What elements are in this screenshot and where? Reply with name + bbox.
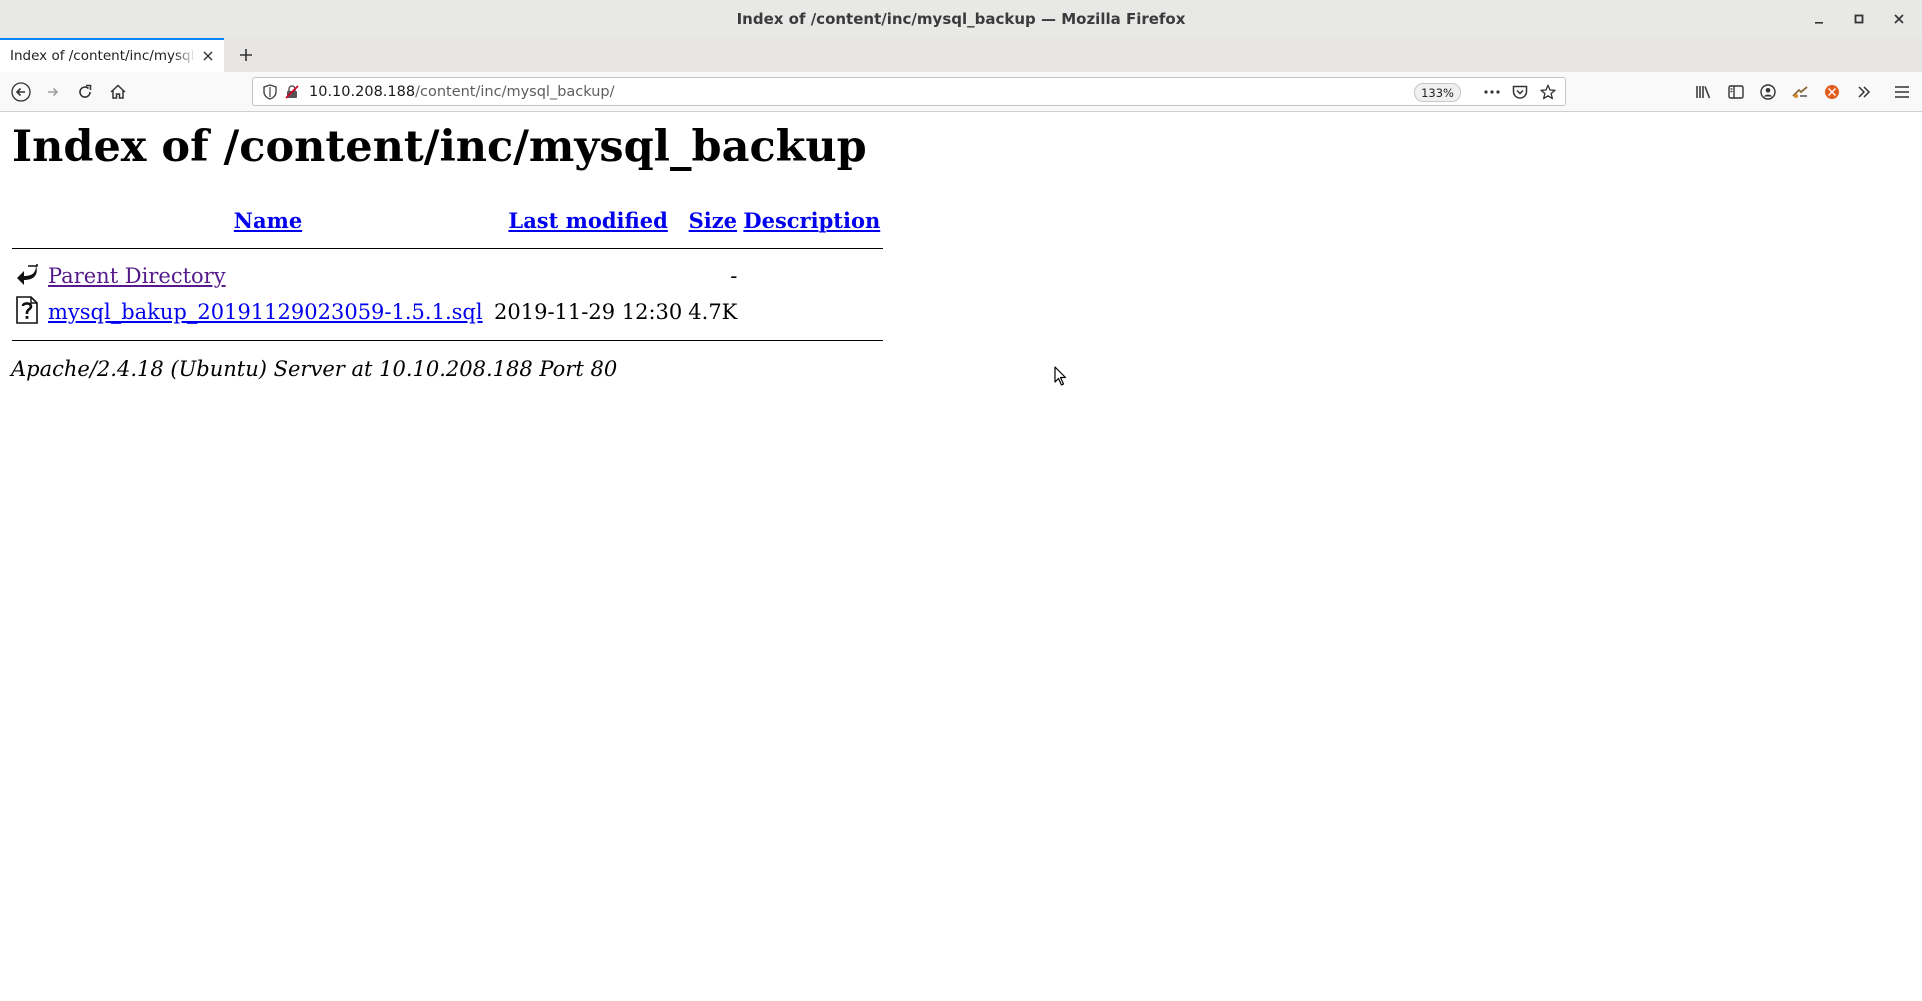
row-size-cell: 4.7K	[688, 300, 738, 324]
plus-icon	[240, 49, 252, 61]
extension-orange-icon	[1825, 85, 1839, 99]
tab-label: Index of /content/inc/mysql_backup	[10, 48, 196, 64]
table-header-row: Name Last modified Size Description	[12, 202, 883, 238]
new-tab-button[interactable]	[232, 38, 260, 72]
account-icon	[1760, 84, 1776, 100]
row-description-cell	[740, 294, 883, 330]
close-window-button[interactable]	[1890, 10, 1908, 28]
reload-button[interactable]	[70, 77, 100, 107]
navigation-toolbar: 10.10.208.188/content/inc/mysql_backup/ …	[0, 72, 1922, 112]
directory-listing-table: Name Last modified Size Description Pare…	[12, 202, 884, 350]
close-icon	[203, 51, 213, 61]
star-icon	[1540, 84, 1556, 100]
main-menu-button[interactable]	[1888, 77, 1916, 107]
divider	[12, 247, 884, 249]
row-name-cell: mysql_bakup_20191129023059-1.5.1.sql	[45, 294, 491, 330]
library-icon	[1696, 86, 1711, 99]
server-signature: Apache/2.4.18 (Ubuntu) Server at 10.10.2…	[11, 357, 618, 381]
sql-backup-file-link[interactable]: mysql_bakup_20191129023059-1.5.1.sql	[48, 300, 483, 324]
header-icon-cell	[12, 202, 45, 238]
pocket-icon	[1512, 85, 1528, 99]
column-header-last-modified: Last modified	[491, 202, 685, 238]
close-icon	[1894, 14, 1904, 24]
sort-by-description-link[interactable]: Description	[743, 208, 880, 233]
hamburger-menu-icon	[1895, 86, 1909, 98]
bookmark-star-button[interactable]	[1537, 80, 1559, 104]
url-host: 10.10.208.188	[309, 83, 416, 100]
page-actions-button[interactable]	[1481, 80, 1503, 104]
zoom-reset-button[interactable]: 133%	[1414, 83, 1461, 102]
window-title: Index of /content/inc/mysql_backup — Moz…	[736, 10, 1186, 28]
overflow-menu-button[interactable]	[1850, 77, 1878, 107]
table-row: mysql_bakup_20191129023059-1.5.1.sql 201…	[12, 294, 883, 330]
home-icon	[110, 84, 126, 99]
extension-icon	[1792, 86, 1808, 98]
window-titlebar: Index of /content/inc/mysql_backup — Moz…	[0, 0, 1922, 39]
insecure-lock-icon	[285, 84, 299, 99]
url-path: /content/inc/mysql_backup/	[415, 83, 615, 100]
row-last-modified-cell	[491, 258, 685, 294]
toolbar-right-tools	[1690, 77, 1916, 107]
parent-directory-link[interactable]: Parent Directory	[48, 264, 226, 288]
shield-icon	[263, 83, 277, 100]
mouse-cursor-icon	[1054, 366, 1067, 386]
row-icon-cell	[12, 258, 45, 294]
column-header-size: Size	[685, 202, 740, 238]
divider	[12, 339, 884, 341]
back-arrow-icon	[11, 82, 31, 102]
url-bar[interactable]: 10.10.208.188/content/inc/mysql_backup/ …	[252, 77, 1566, 106]
table-divider-top	[12, 238, 884, 258]
sort-by-size-link[interactable]: Size	[689, 208, 737, 233]
unknown-file-icon	[16, 295, 38, 324]
chevron-double-right-icon	[1858, 86, 1871, 98]
row-icon-cell	[12, 294, 45, 330]
row-size-cell: -	[730, 264, 738, 288]
parent-directory-icon	[17, 263, 38, 285]
row-last-modified-cell: 2019-11-29 12:30	[494, 300, 683, 324]
account-button[interactable]	[1754, 77, 1782, 107]
row-name-cell: Parent Directory	[45, 258, 491, 294]
url-text: 10.10.208.188/content/inc/mysql_backup/	[309, 84, 615, 100]
extension-button-orange[interactable]	[1818, 77, 1846, 107]
reload-icon	[79, 84, 92, 98]
minimize-icon	[1815, 22, 1823, 24]
back-button[interactable]	[6, 77, 36, 107]
forward-button[interactable]	[38, 77, 68, 107]
page-title: Index of /content/inc/mysql_backup	[12, 122, 867, 172]
pocket-button[interactable]	[1509, 80, 1531, 104]
maximize-icon	[1854, 14, 1864, 24]
column-header-name: Name	[45, 202, 491, 238]
site-identity-button[interactable]	[281, 81, 303, 103]
window-controls	[1810, 0, 1908, 38]
maximize-button[interactable]	[1850, 10, 1868, 28]
tab-active[interactable]: Index of /content/inc/mysql_backup	[0, 38, 224, 72]
url-bar-actions	[1481, 80, 1559, 104]
sort-by-name-link[interactable]: Name	[234, 208, 302, 233]
table-row: Parent Directory -	[12, 258, 883, 294]
minimize-button[interactable]	[1810, 10, 1828, 28]
tab-strip: Index of /content/inc/mysql_backup	[0, 38, 1922, 73]
row-description-cell	[740, 258, 883, 294]
sidebar-button[interactable]	[1722, 77, 1750, 107]
forward-arrow-icon	[48, 87, 59, 97]
extension-button[interactable]	[1786, 77, 1814, 107]
tab-close-button[interactable]	[200, 48, 216, 64]
tracking-protection-button[interactable]	[259, 81, 281, 103]
sort-by-last-modified-link[interactable]: Last modified	[508, 208, 667, 233]
page-content: Index of /content/inc/mysql_backup Name …	[0, 112, 1922, 1001]
sidebar-icon	[1728, 85, 1744, 99]
library-button[interactable]	[1690, 77, 1718, 107]
table-divider-bottom	[12, 330, 884, 350]
more-horizontal-icon	[1484, 90, 1500, 94]
home-button[interactable]	[103, 77, 133, 107]
column-header-description: Description	[740, 202, 883, 238]
